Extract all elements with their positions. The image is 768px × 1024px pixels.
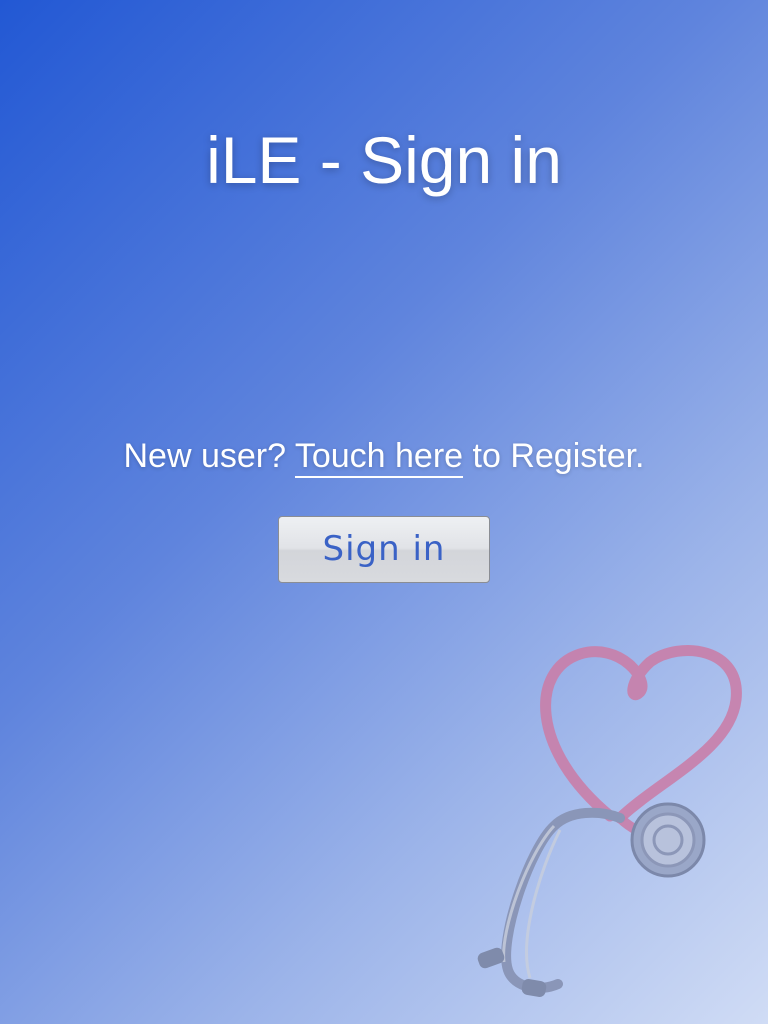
- register-suffix-text: to Register.: [472, 437, 645, 475]
- register-prefix-text: New user?: [123, 437, 286, 475]
- register-prompt: New user? Touch here to Register.: [0, 434, 768, 478]
- page-title: iLE - Sign in: [206, 123, 562, 197]
- register-link[interactable]: Touch here: [294, 437, 464, 478]
- stethoscope-heart-icon: [477, 645, 742, 998]
- sign-in-button[interactable]: Sign in: [278, 516, 490, 583]
